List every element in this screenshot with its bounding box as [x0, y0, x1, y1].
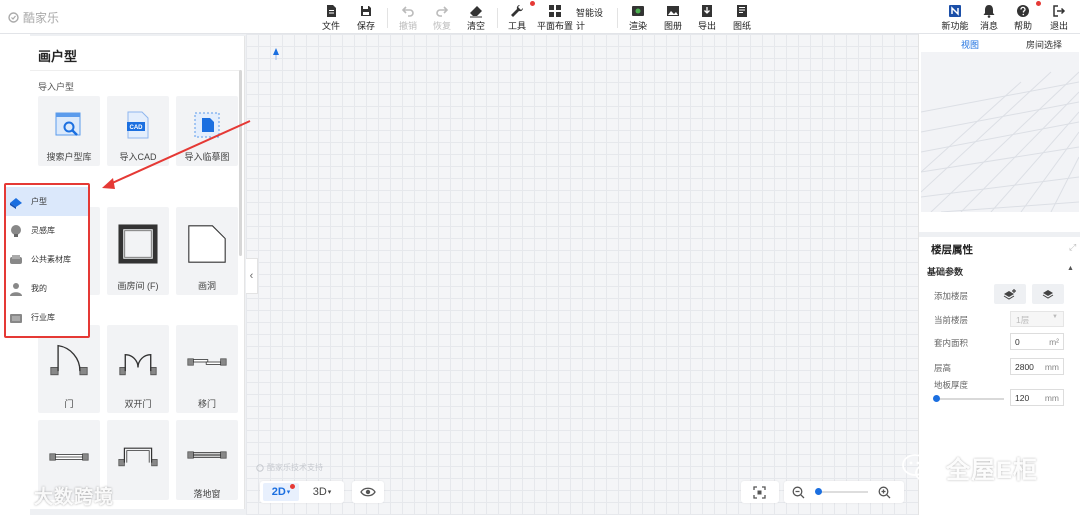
- watermark-left: 大数跨境: [6, 482, 114, 509]
- notification-dot: [290, 484, 295, 489]
- zoom-slider[interactable]: [816, 491, 868, 493]
- floor-properties-title: 楼层属性: [931, 244, 973, 256]
- slab-thickness-label: 地板厚度: [934, 380, 969, 390]
- fit-screen-icon: [753, 486, 766, 499]
- caret-up-icon[interactable]: ▲: [1067, 265, 1074, 272]
- view-2d-button[interactable]: 2D ▾: [263, 483, 299, 501]
- zoom-slider-handle[interactable]: [815, 488, 822, 495]
- 3d-preview[interactable]: [921, 52, 1079, 212]
- chevron-down-icon: ▾: [286, 489, 291, 496]
- wechat-logo-icon: [902, 453, 937, 482]
- divider: [919, 232, 1080, 237]
- visibility-button[interactable]: [352, 481, 384, 503]
- tab-room-select[interactable]: 房间选择: [1026, 38, 1062, 51]
- add-floor-label: 添加楼层: [934, 291, 969, 301]
- inner-area-label: 套内面积: [934, 338, 969, 348]
- layers-icon: [1042, 290, 1054, 299]
- slab-thickness-slider[interactable]: [934, 398, 1004, 400]
- perspective-grid: [921, 71, 1079, 212]
- right-panel: 视图 房间选择 楼层属性 ⤢ 基础参数 ▲ 添加楼层 当前楼层 1层 ▼ 套内面…: [918, 34, 1080, 515]
- layers-add-icon: [1003, 289, 1016, 300]
- zoom-in-icon[interactable]: [878, 486, 891, 499]
- basic-params-title[interactable]: 基础参数: [927, 265, 963, 278]
- wechat-logo-icon: [7, 485, 25, 504]
- slab-thickness-input[interactable]: 120 mm: [1010, 389, 1064, 406]
- floor-height-label: 层高: [934, 363, 952, 373]
- fit-view-button[interactable]: [741, 481, 779, 503]
- add-floor-above-button[interactable]: [994, 284, 1026, 304]
- current-floor-select[interactable]: 1层 ▼: [1010, 311, 1064, 327]
- chevron-down-icon: ▾: [327, 489, 332, 496]
- zoom-control: [784, 481, 904, 503]
- zoom-out-icon[interactable]: [792, 486, 805, 499]
- watermark-right: 全屋E柜: [900, 450, 1038, 485]
- slider-handle[interactable]: [933, 395, 940, 402]
- add-floor-below-button[interactable]: [1032, 284, 1064, 304]
- eye-icon: [360, 487, 376, 497]
- inner-area-input[interactable]: 0 m²: [1010, 333, 1064, 350]
- current-floor-label: 当前楼层: [934, 315, 969, 325]
- tab-view[interactable]: 视图: [961, 38, 979, 51]
- view-3d-button[interactable]: 3D ▾: [305, 483, 339, 501]
- floor-height-input[interactable]: 2800 mm: [1010, 358, 1064, 375]
- view-mode-switch: 2D ▾ 3D ▾: [260, 481, 344, 503]
- expand-icon[interactable]: ⤢: [1069, 242, 1076, 253]
